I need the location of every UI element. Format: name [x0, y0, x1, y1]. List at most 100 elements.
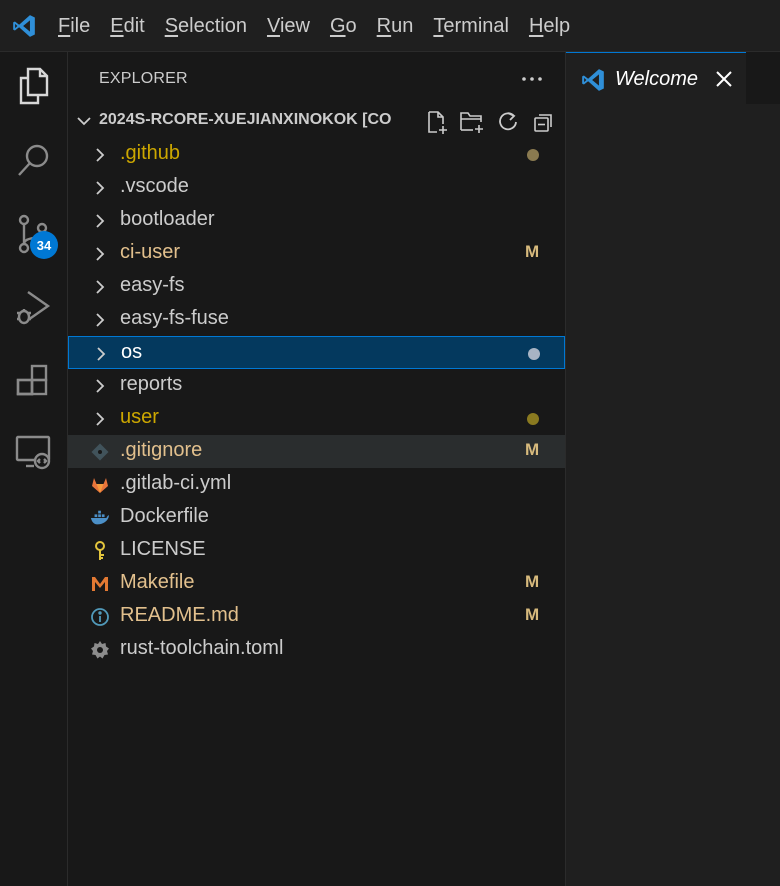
- refresh-icon[interactable]: [495, 109, 521, 135]
- chevron-right-icon: [90, 376, 110, 396]
- file-dockerfile[interactable]: Dockerfile: [68, 501, 565, 534]
- run-debug-icon[interactable]: [0, 274, 68, 342]
- gitlab-icon: [90, 475, 110, 495]
- menu-item-view[interactable]: View: [257, 8, 320, 44]
- menu-mnemonic: F: [58, 14, 71, 37]
- chevron-right-icon: [90, 244, 110, 264]
- git-status-badge: M: [525, 605, 540, 624]
- folder-dot-vscode[interactable]: .vscode: [68, 171, 565, 204]
- new-folder-icon[interactable]: [459, 109, 485, 135]
- tree-item-label: ci-user: [120, 241, 181, 263]
- folder-bootloader[interactable]: bootloader: [68, 204, 565, 237]
- file-dot-gitlab-ci-yml[interactable]: .gitlab-ci.yml: [68, 468, 565, 501]
- modified-dot-indicator: [528, 348, 540, 360]
- tree-item-label: os: [121, 341, 143, 363]
- chevron-right-icon: [90, 178, 110, 198]
- menu-item-selection[interactable]: Selection: [155, 8, 257, 44]
- chevron-right-icon: [90, 310, 110, 330]
- menu-item-file[interactable]: File: [48, 8, 100, 44]
- menu-mnemonic: G: [329, 14, 346, 37]
- folder-reports[interactable]: reports: [68, 369, 565, 402]
- menu-label-rest: dit: [123, 14, 145, 37]
- folder-user[interactable]: user: [68, 402, 565, 435]
- tab-welcome[interactable]: Welcome: [566, 52, 746, 104]
- menu-item-help[interactable]: Help: [519, 8, 580, 44]
- folder-os[interactable]: os: [68, 336, 565, 369]
- chevron-right-icon: [90, 145, 110, 165]
- git-status-badge: M: [525, 440, 540, 459]
- search-icon[interactable]: [0, 126, 68, 194]
- explorer-sidebar: EXPLORER 2024S-RCORE-XUEJIANXINOKOK [CON…: [68, 52, 566, 886]
- vscode-logo-icon: [0, 0, 48, 52]
- modified-dot-indicator: [527, 413, 539, 425]
- tree-item-label: bootloader: [120, 208, 215, 230]
- tree-item-label: user: [120, 406, 159, 428]
- menu-label-rest: un: [391, 14, 414, 37]
- menu-mnemonic: T: [433, 14, 444, 37]
- license-key-icon: [90, 541, 110, 561]
- menu-label-rest: election: [178, 14, 247, 37]
- chevron-right-icon: [90, 277, 110, 297]
- new-file-icon[interactable]: [424, 109, 450, 135]
- close-icon[interactable]: [714, 69, 734, 89]
- menu-label-rest: iew: [279, 14, 310, 37]
- menu-item-go[interactable]: Go: [320, 8, 367, 44]
- collapse-all-icon[interactable]: [531, 109, 557, 135]
- tree-item-label: easy-fs-fuse: [120, 307, 229, 329]
- tree-item-label: .gitignore: [120, 439, 203, 461]
- tab-label: Welcome: [615, 68, 698, 90]
- git-icon: [90, 442, 110, 462]
- git-status-badge: M: [525, 242, 540, 261]
- menu-item-terminal[interactable]: Terminal: [423, 8, 519, 44]
- menu-mnemonic: V: [266, 14, 280, 37]
- menu-bar: File Edit Selection View Go Run Terminal Help: [0, 0, 780, 52]
- menu-label-rest: ile: [70, 14, 91, 37]
- gear-icon: [90, 640, 110, 660]
- docker-icon: [90, 508, 110, 528]
- tree-item-label: rust-toolchain.toml: [120, 637, 284, 659]
- folder-easy-fs-fuse[interactable]: easy-fs-fuse: [68, 303, 565, 336]
- tab-bar: Welcome: [566, 52, 780, 104]
- menu-item-run[interactable]: Run: [367, 8, 424, 44]
- tree-item-label: Dockerfile: [120, 505, 209, 527]
- extensions-icon[interactable]: [0, 348, 68, 416]
- folder-dot-github[interactable]: .github: [68, 138, 565, 171]
- chevron-right-icon: [90, 211, 110, 231]
- tree-item-label: .github: [120, 142, 181, 164]
- file-license[interactable]: LICENSE: [68, 534, 565, 567]
- file-readme-md[interactable]: README.md M: [68, 600, 565, 633]
- file-rust-toolchain-toml[interactable]: rust-toolchain.toml: [68, 633, 565, 666]
- folder-easy-fs[interactable]: easy-fs: [68, 270, 565, 303]
- tree-item-label: reports: [120, 373, 183, 395]
- chevron-right-icon: [91, 344, 111, 364]
- menu-mnemonic: R: [376, 14, 392, 37]
- chevron-right-icon: [90, 409, 110, 429]
- menu-item-edit[interactable]: Edit: [100, 8, 154, 44]
- more-actions-icon[interactable]: [520, 66, 544, 90]
- info-icon: [90, 607, 110, 627]
- chevron-down-icon: [76, 113, 92, 133]
- folder-ci-user[interactable]: ci-user M: [68, 237, 565, 270]
- tree-item-label: .gitlab-ci.yml: [120, 472, 232, 494]
- source-control-badge: 34: [30, 231, 58, 259]
- explorer-icon[interactable]: [0, 52, 68, 120]
- menu-mnemonic: H: [528, 14, 544, 37]
- tree-item-label: Makefile: [120, 571, 195, 593]
- tree-item-label: LICENSE: [120, 538, 206, 560]
- menu-mnemonic: E: [110, 14, 124, 37]
- editor-area: Welcome: [566, 52, 780, 886]
- makefile-icon: [90, 574, 110, 594]
- file-dot-gitignore[interactable]: .gitignore M: [68, 435, 565, 468]
- file-makefile[interactable]: Makefile M: [68, 567, 565, 600]
- tree-item-label: easy-fs: [120, 274, 185, 296]
- workspace-folder-header[interactable]: 2024S-RCORE-XUEJIANXINOKOK [CON...: [68, 104, 565, 138]
- menu-label-rest: o: [345, 14, 357, 37]
- workspace-folder-name: 2024S-RCORE-XUEJIANXINOKOK [CON...: [99, 111, 391, 128]
- remote-explorer-icon[interactable]: [0, 418, 68, 486]
- git-status-badge: M: [525, 572, 540, 591]
- tree-item-label: .vscode: [120, 175, 189, 197]
- modified-dot-indicator: [527, 149, 539, 161]
- menu-label-rest: elp: [543, 14, 571, 37]
- menu-mnemonic: S: [164, 14, 179, 37]
- vscode-logo-icon: [580, 67, 606, 97]
